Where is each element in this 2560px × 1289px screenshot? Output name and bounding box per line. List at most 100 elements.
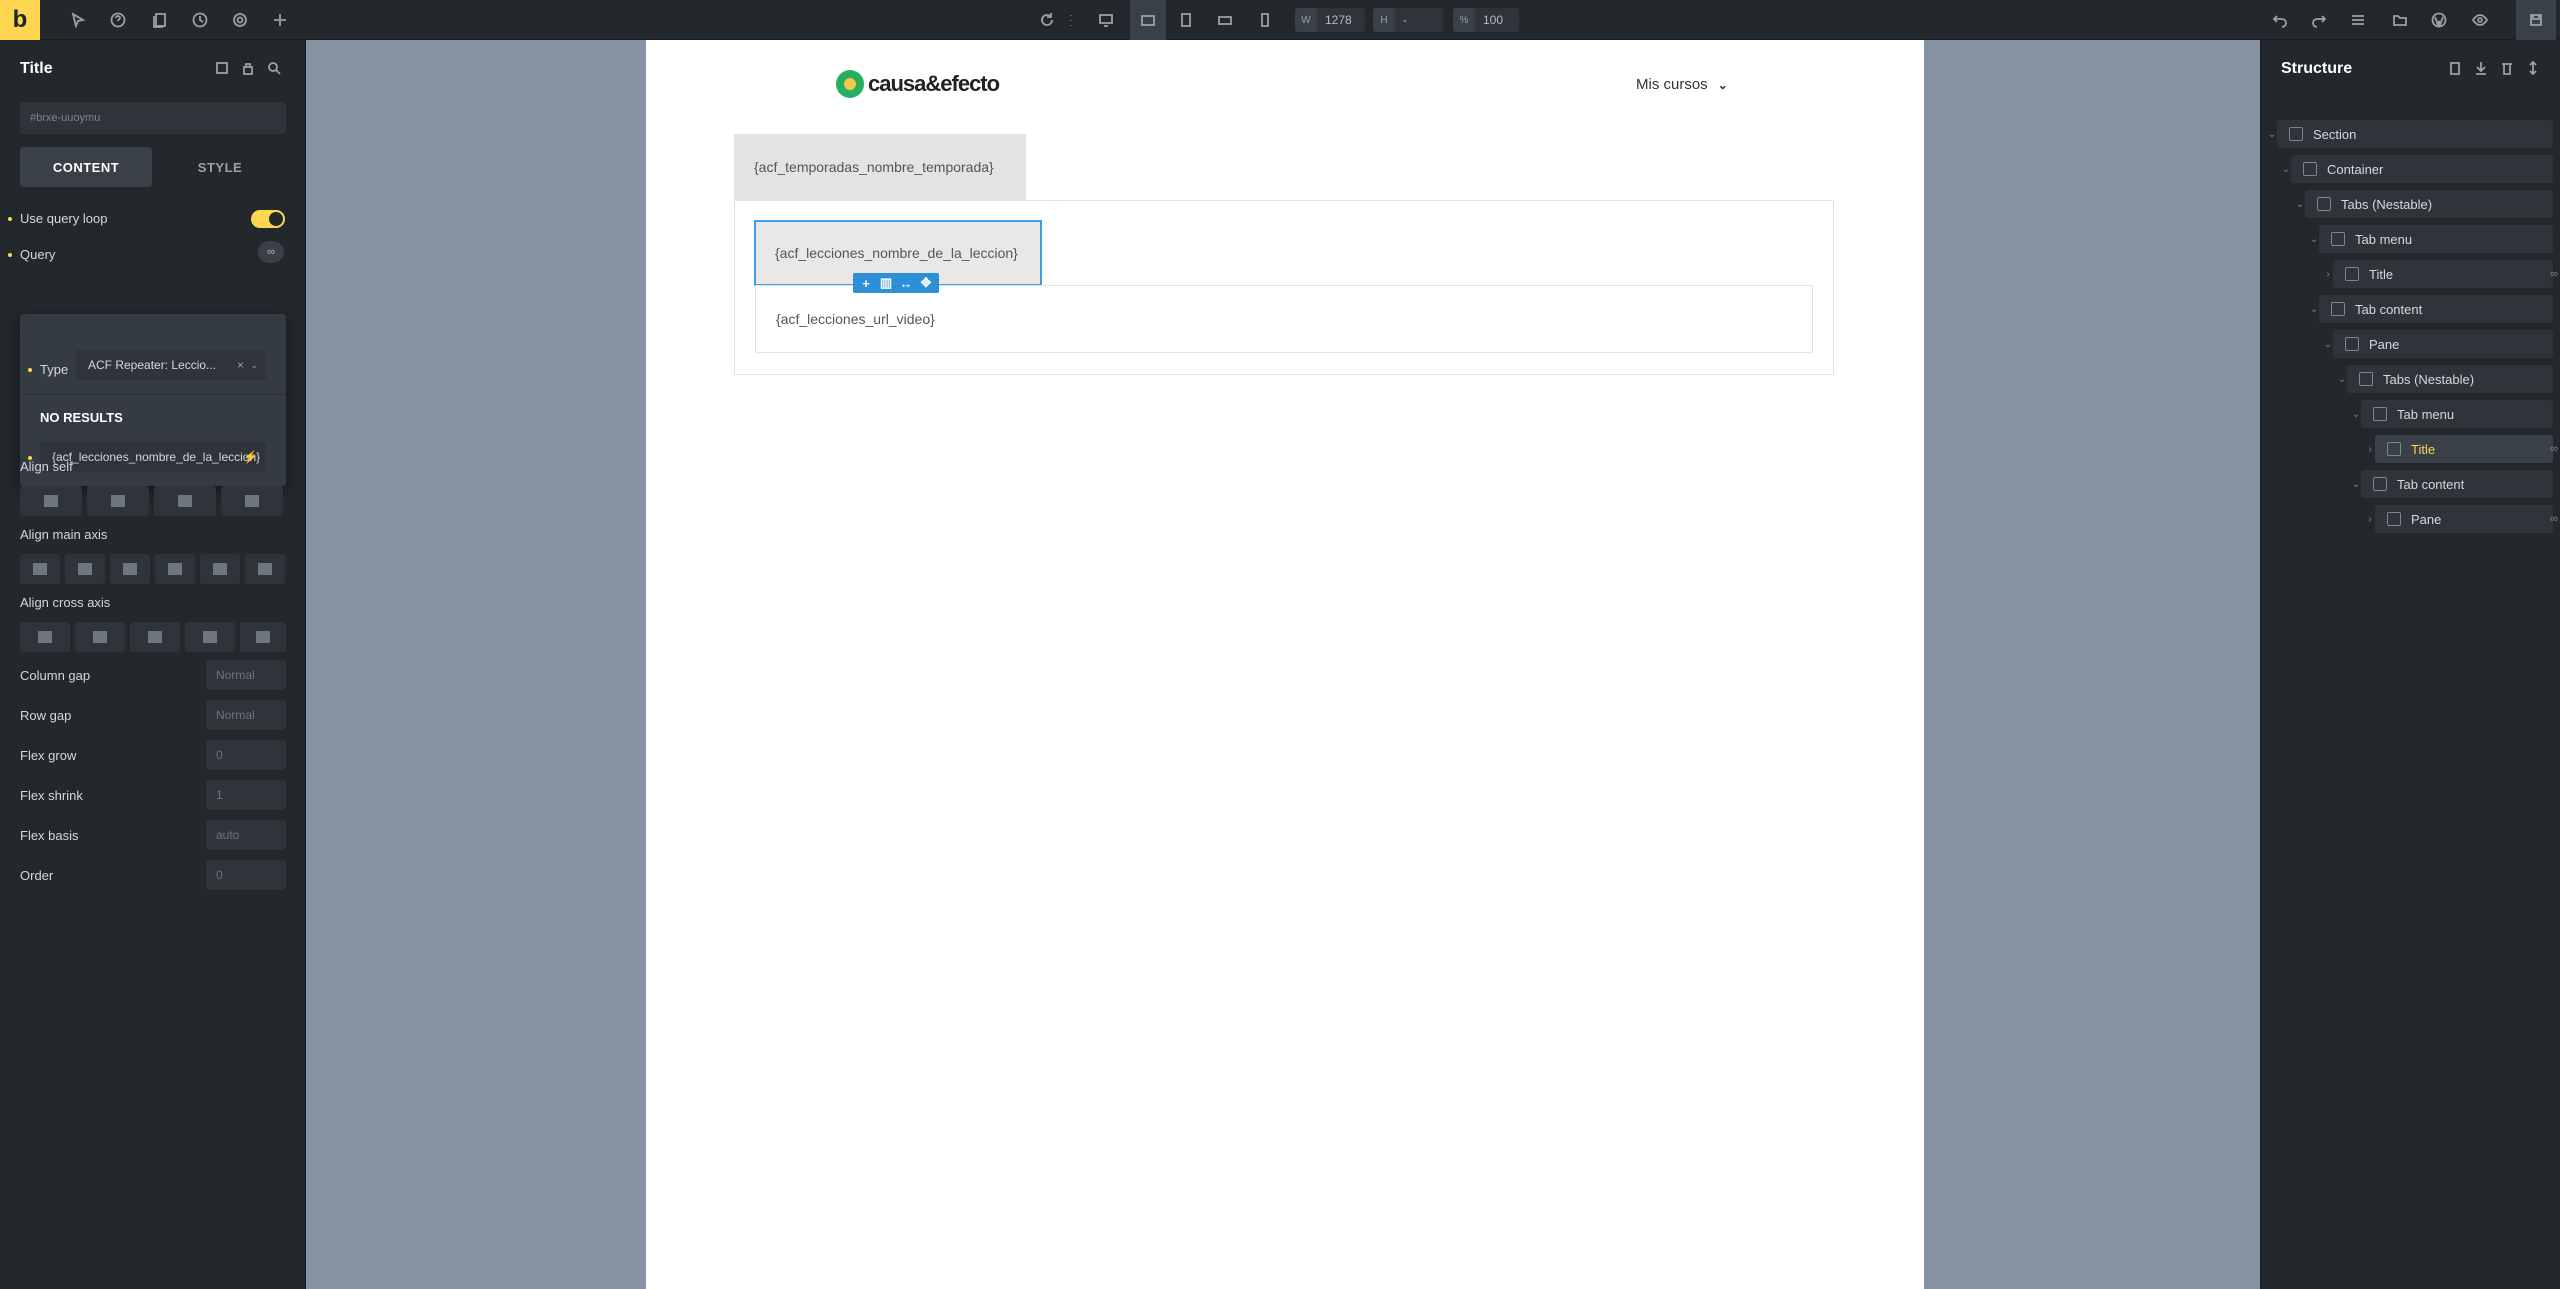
height-field[interactable]: H - — [1373, 8, 1443, 32]
save-icon[interactable] — [2516, 0, 2556, 40]
structure-icon[interactable] — [2344, 6, 2372, 34]
tablet-portrait-icon[interactable] — [1172, 6, 1200, 34]
download-icon[interactable] — [2467, 54, 2495, 82]
more-vertical-icon[interactable] — [1057, 6, 1085, 34]
structure-node-tabs-inner[interactable]: Tabs (Nestable) — [2347, 365, 2553, 393]
flex-grow-input[interactable]: 0 — [206, 740, 286, 770]
help-icon[interactable] — [104, 6, 132, 34]
chevron-down-icon[interactable]: ⌄ — [2267, 129, 2277, 140]
element-lock-icon[interactable] — [234, 54, 262, 82]
trash-icon[interactable] — [2493, 54, 2521, 82]
align-self-center-button[interactable] — [87, 486, 149, 516]
chevron-down-icon[interactable]: ⌄ — [2295, 199, 2305, 210]
nav-menu[interactable]: Mis cursos ⌄ — [1636, 76, 1728, 93]
structure-node-title-active[interactable]: Title — [2375, 435, 2553, 463]
chevron-down-icon: ⌄ — [1717, 77, 1728, 92]
zoom-field[interactable]: % 100 — [1453, 8, 1519, 32]
collapse-icon[interactable] — [2519, 54, 2547, 82]
chevron-down-icon[interactable]: ⌄ — [2309, 304, 2319, 315]
align-start-button[interactable] — [20, 622, 70, 652]
use-query-loop-toggle[interactable] — [251, 210, 285, 228]
align-cross-axis-label: Align cross axis — [20, 595, 111, 610]
dynamic-data-input[interactable]: {acf_lecciones_nombre_de_la_leccion} ⚡ — [40, 442, 266, 472]
mobile-landscape-icon[interactable] — [1211, 6, 1239, 34]
chevron-right-icon[interactable]: › — [2323, 269, 2333, 280]
align-self-baseline-button[interactable] — [154, 486, 216, 516]
outer-tab-title[interactable]: {acf_temporadas_nombre_temporada} — [734, 134, 1026, 200]
chevron-down-icon[interactable]: ⌄ — [2337, 374, 2347, 385]
align-icon — [245, 495, 259, 507]
tab-style[interactable]: STYLE — [154, 147, 286, 187]
justify-start-button[interactable] — [20, 554, 60, 584]
justify-between-button[interactable] — [155, 554, 195, 584]
chevron-right-icon[interactable]: › — [2365, 514, 2375, 525]
structure-node-section[interactable]: Section — [2277, 120, 2553, 148]
wordpress-icon[interactable] — [2425, 6, 2453, 34]
chevron-down-icon[interactable]: ⌄ — [2323, 339, 2333, 350]
bricks-logo[interactable]: b — [0, 0, 40, 40]
chevron-down-icon[interactable]: ⌄ — [250, 360, 258, 371]
node-label: Pane — [2411, 511, 2442, 527]
chevron-down-icon[interactable]: ⌄ — [2309, 234, 2319, 245]
structure-node-container[interactable]: Container — [2291, 155, 2553, 183]
align-self-stretch-button[interactable] — [20, 486, 82, 516]
mobile-portrait-icon[interactable] — [1251, 6, 1279, 34]
flex-shrink-input[interactable]: 1 — [206, 780, 286, 810]
preview-eye-icon[interactable] — [2466, 6, 2494, 34]
columns-icon[interactable]: ▥ — [877, 274, 895, 292]
dynamic-data-icon[interactable]: ⚡ — [243, 450, 258, 464]
align-center-button[interactable] — [75, 622, 125, 652]
element-classes-icon[interactable] — [208, 54, 236, 82]
align-stretch-button[interactable] — [185, 622, 235, 652]
inner-tab-pane[interactable]: {acf_lecciones_url_video} — [755, 285, 1813, 353]
query-link-icon[interactable]: ∞ — [258, 241, 284, 263]
folder-icon[interactable] — [2386, 6, 2414, 34]
row-gap-input[interactable]: Normal — [206, 700, 286, 730]
element-id-field[interactable]: #brxe-uuoymu — [20, 102, 286, 134]
align-baseline-button[interactable] — [240, 622, 286, 652]
structure-node-tabs[interactable]: Tabs (Nestable) — [2305, 190, 2553, 218]
chevron-down-icon[interactable]: ⌄ — [2351, 479, 2361, 490]
type-select-value: ACF Repeater: Leccio... — [88, 358, 217, 372]
element-search-icon[interactable] — [260, 54, 288, 82]
cursor-icon[interactable] — [64, 6, 92, 34]
chevron-down-icon[interactable]: ⌄ — [2281, 164, 2291, 175]
add-element-icon[interactable] — [266, 6, 294, 34]
justify-evenly-button[interactable] — [245, 554, 285, 584]
order-input[interactable]: 0 — [206, 860, 286, 890]
align-self-end-button[interactable] — [221, 486, 283, 516]
chevron-down-icon[interactable]: ⌄ — [2351, 409, 2361, 420]
align-end-button[interactable] — [130, 622, 180, 652]
justify-around-button[interactable] — [200, 554, 240, 584]
structure-node-tab-menu[interactable]: Tab menu — [2319, 225, 2553, 253]
column-gap-input[interactable]: Normal — [206, 660, 286, 690]
settings-icon[interactable] — [226, 6, 254, 34]
flex-basis-input[interactable]: auto — [206, 820, 286, 850]
block-icon — [2387, 512, 2401, 526]
move-icon[interactable]: ✥ — [917, 274, 935, 292]
move-horizontal-icon[interactable]: ↔ — [897, 274, 915, 292]
structure-node-tab-menu-inner[interactable]: Tab menu — [2361, 400, 2553, 428]
type-select[interactable]: ACF Repeater: Leccio... × ⌄ — [76, 350, 266, 380]
justify-end-button[interactable] — [110, 554, 150, 584]
tab-content[interactable]: CONTENT — [20, 147, 152, 187]
add-icon[interactable]: + — [857, 274, 875, 292]
structure-node-title[interactable]: Title — [2333, 260, 2553, 288]
structure-node-pane[interactable]: Pane — [2333, 330, 2553, 358]
clear-icon[interactable]: × — [237, 358, 244, 372]
clipboard-icon[interactable] — [2441, 54, 2469, 82]
structure-node-pane-inner[interactable]: Pane — [2375, 505, 2553, 533]
desktop-icon[interactable] — [1092, 6, 1120, 34]
tablet-landscape-icon[interactable] — [1130, 0, 1166, 40]
structure-node-tab-content[interactable]: Tab content — [2319, 295, 2553, 323]
nav-item-mis-cursos[interactable]: Mis cursos — [1636, 76, 1708, 93]
redo-icon[interactable] — [2305, 6, 2333, 34]
site-logo[interactable]: causa&efecto — [836, 70, 1000, 98]
chevron-right-icon[interactable]: › — [2365, 444, 2375, 455]
structure-node-tab-content-inner[interactable]: Tab content — [2361, 470, 2553, 498]
justify-center-button[interactable] — [65, 554, 105, 584]
history-icon[interactable] — [186, 6, 214, 34]
undo-icon[interactable] — [2266, 6, 2294, 34]
pages-icon[interactable] — [146, 6, 174, 34]
width-field[interactable]: W 1278 — [1295, 8, 1365, 32]
